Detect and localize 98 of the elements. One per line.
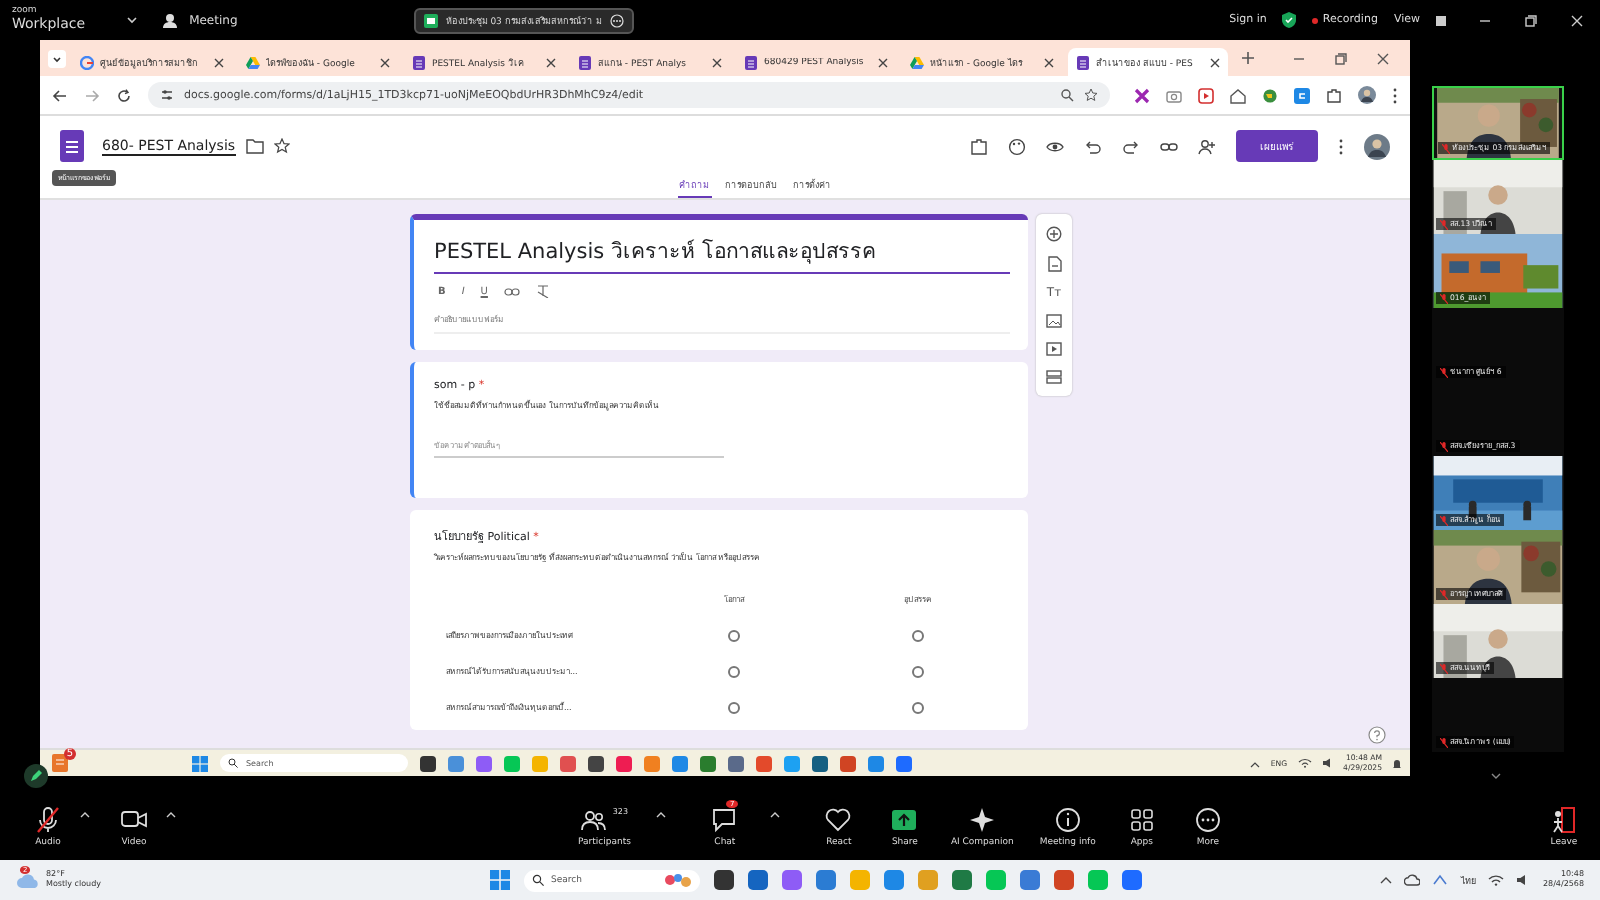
search-icon	[531, 874, 543, 886]
avatar-icon[interactable]	[1364, 133, 1390, 159]
radio-button[interactable]	[912, 665, 924, 677]
apps-grid-icon	[1127, 805, 1156, 833]
add-circle-icon[interactable]	[1046, 226, 1062, 242]
close-icon[interactable]	[878, 57, 888, 67]
search-icon	[228, 758, 238, 768]
muted-mic-icon	[1440, 663, 1448, 673]
people-icon	[580, 805, 609, 833]
document-app-icon[interactable]	[52, 754, 68, 772]
chevron-up-icon[interactable]	[1380, 876, 1393, 884]
muted-mic-icon	[1440, 589, 1448, 599]
sparkle-icon	[968, 805, 997, 833]
muted-mic-icon	[1440, 367, 1448, 377]
muted-mic-icon	[1440, 515, 1448, 525]
globe-icon[interactable]	[1262, 87, 1278, 103]
heart-icon	[824, 805, 853, 833]
close-icon[interactable]	[1210, 57, 1220, 67]
star-icon[interactable]	[273, 138, 290, 154]
eye-icon[interactable]	[1046, 137, 1064, 155]
image-icon[interactable]	[1046, 314, 1062, 328]
import-icon[interactable]	[1047, 256, 1061, 272]
radio-button[interactable]	[912, 629, 924, 641]
close-icon[interactable]	[546, 57, 556, 67]
cross-icon[interactable]	[1134, 87, 1150, 103]
zoom-icon[interactable]	[1060, 88, 1074, 102]
shield-check-icon[interactable]	[1282, 12, 1297, 28]
form-document-icon	[1076, 55, 1090, 69]
speaker-icon[interactable]	[1516, 874, 1531, 886]
record-icon[interactable]	[1198, 87, 1214, 103]
plus-icon[interactable]	[1242, 52, 1254, 64]
caret-up-icon[interactable]	[80, 809, 90, 817]
form-document-icon	[578, 55, 592, 69]
edge-icon[interactable]	[1294, 87, 1310, 103]
info-icon	[1053, 805, 1082, 833]
section-icon[interactable]	[1046, 370, 1062, 384]
caret-up-icon[interactable]	[166, 809, 176, 817]
speaker-icon[interactable]	[1321, 758, 1334, 768]
chevron-down-icon[interactable]	[125, 16, 138, 24]
kebab-menu-icon[interactable]	[1392, 87, 1398, 103]
start-icon[interactable]	[192, 755, 208, 771]
more-icon	[1193, 805, 1222, 833]
back-arrow-icon[interactable]	[52, 87, 68, 103]
more-icon[interactable]	[609, 13, 624, 27]
video-camera-icon	[120, 805, 148, 833]
chevron-up-icon[interactable]	[1250, 759, 1261, 767]
form-document-icon	[412, 55, 426, 69]
close-icon[interactable]	[380, 57, 390, 67]
wifi-icon[interactable]	[1297, 758, 1312, 768]
clear-format-icon[interactable]	[535, 284, 550, 298]
exit-door-icon	[1550, 805, 1578, 833]
chat-bubble-icon	[710, 805, 739, 833]
pencil-icon[interactable]	[24, 764, 48, 788]
drive-triangle-icon	[910, 55, 924, 69]
close-icon[interactable]	[712, 57, 722, 67]
caret-up-icon[interactable]	[656, 809, 667, 817]
radio-button[interactable]	[728, 701, 740, 713]
screen-share-icon	[423, 13, 438, 27]
undo-icon[interactable]	[1084, 137, 1102, 155]
camera-icon[interactable]	[1166, 87, 1182, 103]
drive-triangle-icon	[246, 55, 260, 69]
share-screen-icon	[890, 805, 919, 833]
kebab-menu-icon[interactable]	[1338, 137, 1344, 155]
home-icon[interactable]	[1230, 87, 1246, 103]
reload-icon[interactable]	[116, 87, 132, 103]
link-icon[interactable]	[503, 285, 520, 297]
avatar-icon[interactable]	[1358, 86, 1376, 104]
muted-mic-icon	[1440, 293, 1448, 303]
folder-icon[interactable]	[245, 138, 264, 154]
restore-icon[interactable]	[1334, 51, 1348, 65]
help-icon[interactable]	[1368, 726, 1386, 744]
start-icon[interactable]	[489, 870, 509, 890]
star-icon[interactable]	[1084, 88, 1098, 102]
radio-button[interactable]	[728, 629, 740, 641]
muted-mic-icon	[1440, 441, 1448, 451]
link-icon[interactable]	[1160, 137, 1178, 155]
wifi-icon[interactable]	[1488, 874, 1505, 886]
muted-mic-icon	[1440, 737, 1448, 747]
radio-button[interactable]	[728, 665, 740, 677]
form-title-field[interactable]: PESTEL Analysis วิเคราะห์ โอกาสและอุปสรรค	[434, 234, 1010, 274]
google-g-icon	[80, 55, 94, 69]
redo-icon[interactable]	[1122, 137, 1140, 155]
close-icon[interactable]	[214, 57, 224, 67]
form-document-icon[interactable]	[60, 130, 84, 162]
close-icon[interactable]	[1376, 51, 1390, 65]
muted-mic-icon	[1440, 219, 1448, 229]
form-document-icon	[744, 55, 758, 69]
chevron-down-icon[interactable]	[1490, 772, 1502, 780]
cloud-icon[interactable]	[1404, 874, 1421, 886]
site-settings-icon[interactable]	[160, 88, 174, 102]
caret-up-icon[interactable]	[770, 809, 781, 817]
close-icon[interactable]	[1044, 57, 1054, 67]
video-icon[interactable]	[1046, 342, 1062, 356]
tab-search-icon[interactable]	[48, 49, 66, 67]
add-person-icon[interactable]	[1198, 137, 1216, 155]
cloud-icon	[16, 871, 40, 889]
radio-button[interactable]	[912, 701, 924, 713]
muted-mic-icon	[1442, 143, 1450, 153]
